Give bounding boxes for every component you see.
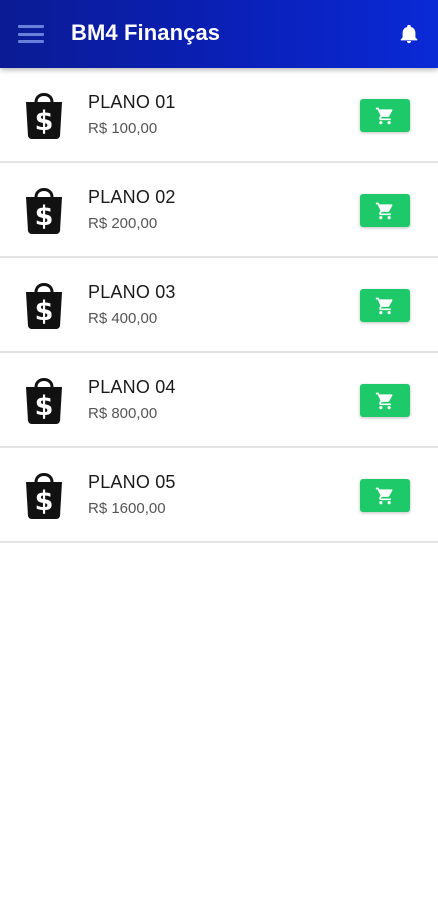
app-title: BM4 Finanças <box>71 20 221 45</box>
plan-name: PLANO 04 <box>88 377 176 397</box>
bell-icon[interactable] <box>398 23 420 45</box>
money-bag-icon: $ <box>22 468 66 521</box>
plan-price: R$ 100,00 <box>88 120 158 137</box>
svg-text:$: $ <box>35 296 54 327</box>
money-bag-icon: $ <box>22 88 66 141</box>
plan-price: R$ 800,00 <box>88 405 158 422</box>
svg-text:$: $ <box>35 201 54 232</box>
buy-button[interactable] <box>360 384 410 417</box>
plan-item-2[interactable]: $ PLANO 02 R$ 200,00 <box>0 163 438 258</box>
plan-name: PLANO 05 <box>88 472 176 492</box>
plan-name: PLANO 02 <box>88 187 176 207</box>
plan-item-4[interactable]: $ PLANO 04 R$ 800,00 <box>0 353 438 448</box>
money-bag-icon: $ <box>22 183 66 236</box>
plan-price: R$ 1600,00 <box>88 500 166 517</box>
cart-icon <box>375 392 393 409</box>
svg-text:$: $ <box>35 486 54 517</box>
plan-item-1[interactable]: $ PLANO 01 R$ 100,00 <box>0 68 438 163</box>
cart-icon <box>375 202 393 219</box>
plan-price: R$ 200,00 <box>88 215 158 232</box>
buy-button[interactable] <box>360 479 410 512</box>
plan-name: PLANO 01 <box>88 92 176 112</box>
plan-list: $ PLANO 01 R$ 100,00 $ PLANO 02 R$ 200,0… <box>0 68 438 543</box>
buy-button[interactable] <box>360 99 410 132</box>
money-bag-icon: $ <box>22 278 66 331</box>
buy-button[interactable] <box>360 289 410 322</box>
svg-text:$: $ <box>35 106 54 137</box>
cart-icon <box>375 107 393 124</box>
buy-button[interactable] <box>360 194 410 227</box>
money-bag-icon: $ <box>22 373 66 426</box>
cart-icon <box>375 297 393 314</box>
cart-icon <box>375 487 393 504</box>
plan-item-3[interactable]: $ PLANO 03 R$ 400,00 <box>0 258 438 353</box>
plan-price: R$ 400,00 <box>88 310 158 327</box>
app-bar: BM4 Finanças <box>0 0 438 68</box>
svg-text:$: $ <box>35 391 54 422</box>
menu-icon[interactable] <box>18 25 44 43</box>
plan-item-5[interactable]: $ PLANO 05 R$ 1600,00 <box>0 448 438 543</box>
plan-name: PLANO 03 <box>88 282 176 302</box>
